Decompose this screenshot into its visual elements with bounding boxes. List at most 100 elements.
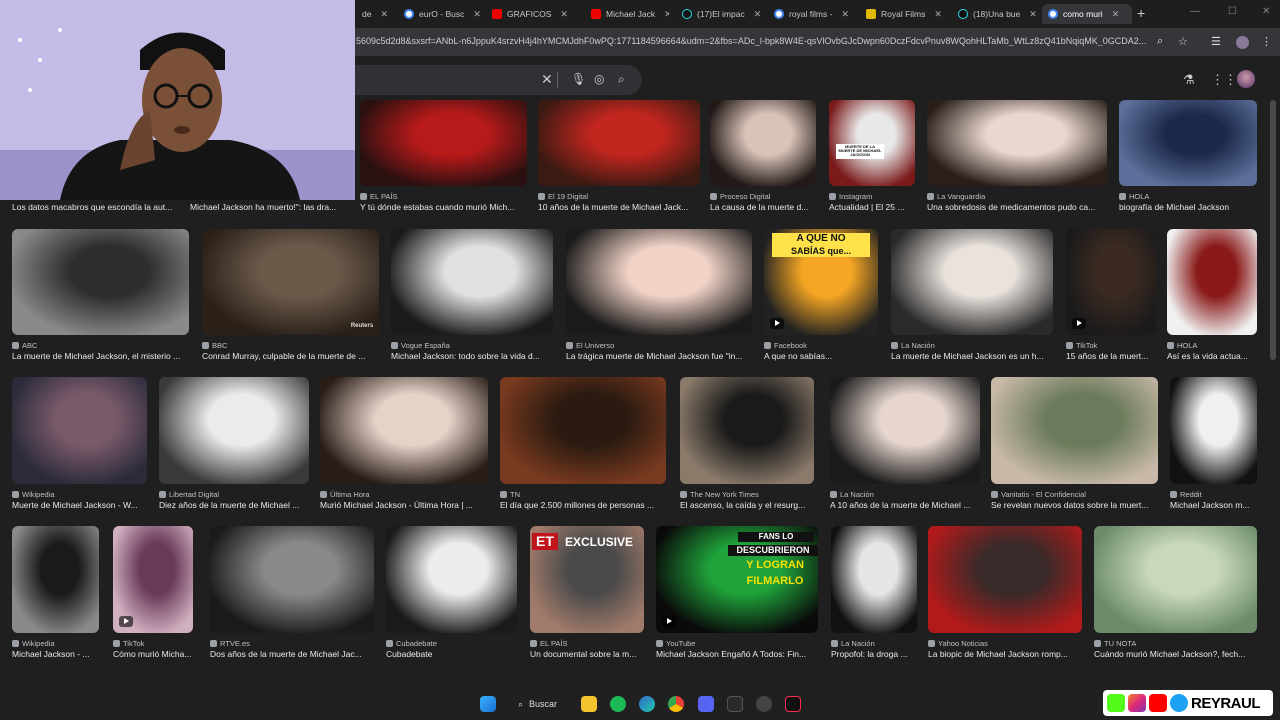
- result-title[interactable]: Muerte de Michael Jackson - W...: [12, 500, 147, 510]
- close-icon[interactable]: ✕: [841, 9, 849, 20]
- zoom-icon[interactable]: ⌕: [1157, 35, 1163, 48]
- close-icon[interactable]: ✕: [754, 9, 762, 20]
- result-thumbnail[interactable]: [12, 377, 147, 484]
- result-thumbnail[interactable]: [1119, 100, 1257, 186]
- result-title[interactable]: biografía de Michael Jackson: [1119, 202, 1257, 212]
- result-source[interactable]: La Vanguardia: [927, 192, 1107, 201]
- close-icon[interactable]: ✕: [473, 9, 481, 20]
- result-thumbnail[interactable]: [566, 229, 752, 335]
- microphone-icon[interactable]: 🎙: [571, 72, 586, 86]
- result-title[interactable]: Michael Jackson m...: [1170, 500, 1257, 510]
- close-icon[interactable]: ✕: [934, 9, 942, 20]
- result-title[interactable]: La causa de la muerte d...: [710, 202, 816, 212]
- result-source[interactable]: HOLA: [1119, 192, 1257, 201]
- obs-icon[interactable]: [756, 696, 772, 712]
- close-icon[interactable]: ✕: [380, 9, 388, 20]
- result-thumbnail[interactable]: [830, 377, 980, 484]
- result-thumbnail[interactable]: [927, 100, 1107, 186]
- result-title[interactable]: Actualidad | El 25 ...: [829, 202, 915, 212]
- search-icon[interactable]: ⌕: [618, 72, 625, 87]
- result-thumbnail[interactable]: [1167, 229, 1257, 335]
- result-thumbnail[interactable]: [1094, 526, 1257, 633]
- discord-icon[interactable]: [698, 696, 714, 712]
- bookmark-star-icon[interactable]: ☆: [1178, 35, 1188, 48]
- result-source[interactable]: ABC: [12, 341, 189, 350]
- result-thumbnail[interactable]: [320, 377, 488, 484]
- result-source[interactable]: La Nación: [831, 639, 917, 648]
- account-avatar[interactable]: [1237, 70, 1255, 88]
- result-thumbnail[interactable]: [386, 526, 517, 633]
- reading-list-icon[interactable]: ☰: [1211, 35, 1221, 48]
- result-title[interactable]: Y tú dónde estabas cuando murió Mich...: [360, 202, 527, 212]
- chrome-icon[interactable]: [668, 696, 684, 712]
- close-icon[interactable]: ✕: [1112, 9, 1120, 20]
- result-thumbnail[interactable]: [113, 526, 193, 633]
- result-source[interactable]: TU NOTA: [1094, 639, 1257, 648]
- result-thumbnail[interactable]: [159, 377, 309, 484]
- clear-icon[interactable]: ✕: [541, 71, 553, 88]
- result-source[interactable]: BBC: [202, 341, 379, 350]
- result-source[interactable]: Última Hora: [320, 490, 488, 499]
- spotify-icon[interactable]: [610, 696, 626, 712]
- result-source[interactable]: La Nación: [830, 490, 980, 499]
- result-title[interactable]: Michael Jackson Engañó A Todos: Fin...: [656, 649, 818, 659]
- result-title[interactable]: Diez años de la muerte de Michael ...: [159, 500, 309, 510]
- result-source[interactable]: EL PAÍS: [530, 639, 644, 648]
- close-icon[interactable]: ✕: [664, 9, 669, 20]
- tab-2[interactable]: GRAFICOS ✕: [486, 4, 572, 24]
- edge-icon[interactable]: [639, 696, 655, 712]
- tab-0[interactable]: de ✕: [356, 4, 396, 24]
- result-thumbnail[interactable]: [12, 229, 189, 335]
- result-source[interactable]: Yahoo Noticias: [928, 639, 1082, 648]
- result-source[interactable]: Libertad Digital: [159, 490, 309, 499]
- result-title[interactable]: La muerte de Michael Jackson es un h...: [891, 351, 1053, 361]
- tab-4[interactable]: (17)El impac ✕: [676, 4, 764, 24]
- result-thumbnail[interactable]: [202, 229, 379, 335]
- result-source[interactable]: El Universo: [566, 341, 752, 350]
- result-title[interactable]: A que no sabías...: [764, 351, 878, 361]
- menu-icon[interactable]: ⋮: [1261, 35, 1272, 48]
- window-close-icon[interactable]: ✕: [1262, 6, 1270, 17]
- result-source[interactable]: Instagram: [829, 192, 915, 201]
- new-tab-button[interactable]: +: [1137, 5, 1145, 21]
- result-thumbnail[interactable]: [391, 229, 553, 335]
- result-title[interactable]: El día que 2.500 millones de personas ..…: [500, 500, 666, 510]
- result-source[interactable]: Proceso Digital: [710, 192, 816, 201]
- result-title[interactable]: La biopic de Michael Jackson romp...: [928, 649, 1082, 659]
- result-thumbnail[interactable]: [12, 526, 99, 633]
- result-source[interactable]: Wikipedia: [12, 639, 99, 648]
- file-explorer-icon[interactable]: [581, 696, 597, 712]
- result-thumbnail[interactable]: [829, 100, 915, 186]
- result-source[interactable]: Facebook: [764, 341, 878, 350]
- lens-icon[interactable]: ◎: [594, 72, 604, 86]
- result-source[interactable]: TikTok: [113, 639, 193, 648]
- url-field[interactable]: 5609c5d2d8&sxsrf=ANbL-n6JppuK4srzvH4j4hY…: [356, 36, 1146, 46]
- result-source[interactable]: La Nación: [891, 341, 1053, 350]
- result-thumbnail[interactable]: [210, 526, 374, 633]
- tab-7[interactable]: (18)Una bue ✕: [952, 4, 1040, 24]
- result-source[interactable]: Cubadebate: [386, 639, 517, 648]
- result-source[interactable]: The New York Times: [680, 490, 814, 499]
- result-thumbnail[interactable]: [1066, 229, 1156, 335]
- result-source[interactable]: TN: [500, 490, 666, 499]
- result-title[interactable]: La trágica muerte de Michael Jackson fue…: [566, 351, 752, 361]
- result-source[interactable]: YouTube: [656, 639, 818, 648]
- close-icon[interactable]: ✕: [1029, 9, 1037, 20]
- result-thumbnail[interactable]: [928, 526, 1082, 633]
- search-input[interactable]: ✕ 🎙 ◎ ⌕: [340, 65, 642, 95]
- tab-3[interactable]: Michael Jack ✕: [585, 4, 669, 24]
- result-thumbnail[interactable]: [680, 377, 814, 484]
- result-title[interactable]: Una sobredosis de medicamentos pudo ca..…: [927, 202, 1107, 212]
- result-thumbnail[interactable]: [1170, 377, 1257, 484]
- labs-flask-icon[interactable]: ⚗: [1183, 72, 1195, 88]
- result-title[interactable]: El ascenso, la caída y el resurg...: [680, 500, 814, 510]
- page-scrollbar[interactable]: [1270, 100, 1276, 360]
- result-title[interactable]: Michael Jackson - ...: [12, 649, 99, 659]
- result-source[interactable]: Wikipedia: [12, 490, 147, 499]
- maximize-icon[interactable]: ☐: [1228, 6, 1237, 17]
- result-source[interactable]: Reddit: [1170, 490, 1257, 499]
- taskbar-search[interactable]: ⌕ Buscar: [510, 694, 578, 714]
- result-title[interactable]: A 10 años de la muerte de Michael ...: [830, 500, 980, 510]
- result-source[interactable]: TikTok: [1066, 341, 1156, 350]
- profile-avatar[interactable]: [1236, 36, 1249, 49]
